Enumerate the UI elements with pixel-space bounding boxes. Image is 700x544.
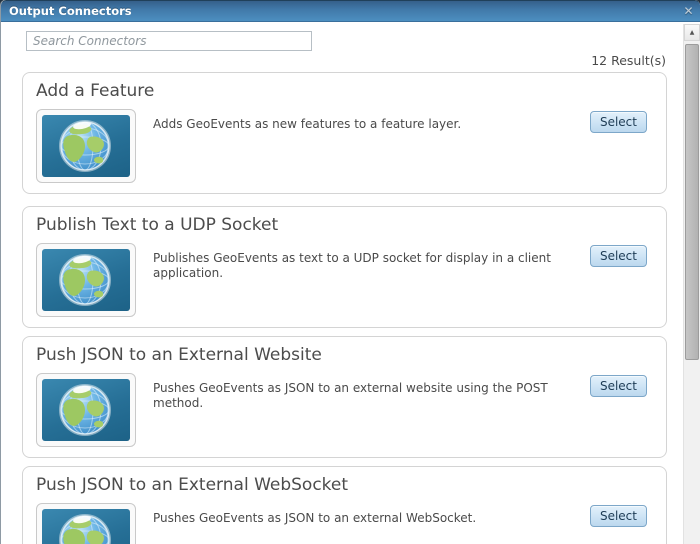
scroll-up-icon: ▲ xyxy=(689,29,695,36)
connector-card: Push JSON to an External WebSocket Pushe… xyxy=(22,466,667,544)
connector-description: Pushes GeoEvents as JSON to an external … xyxy=(153,511,477,525)
connector-thumbnail xyxy=(36,109,136,183)
globe-icon xyxy=(42,379,130,441)
globe-icon xyxy=(42,249,130,311)
connector-thumbnail xyxy=(36,503,136,544)
dialog-title: Output Connectors xyxy=(9,4,132,18)
scrollbar-thumb[interactable] xyxy=(685,44,699,360)
connector-card: Push JSON to an External Website Pushes … xyxy=(22,336,667,458)
connector-description: Publishes GeoEvents as text to a UDP soc… xyxy=(153,251,551,280)
select-button[interactable]: Select xyxy=(589,111,647,133)
search-input[interactable] xyxy=(26,31,312,51)
connector-title: Push JSON to an External Website xyxy=(36,345,322,365)
connector-title: Add a Feature xyxy=(36,81,155,101)
connector-description: Adds GeoEvents as new features to a feat… xyxy=(153,117,462,131)
select-button[interactable]: Select xyxy=(589,505,647,527)
scroll-up-button[interactable]: ▲ xyxy=(684,24,700,41)
connector-title: Publish Text to a UDP Socket xyxy=(36,215,279,235)
connector-thumbnail xyxy=(36,373,136,447)
connector-card: Publish Text to a UDP Socket Publishes G… xyxy=(22,206,667,328)
close-icon[interactable]: ✕ xyxy=(681,4,696,19)
select-button[interactable]: Select xyxy=(589,245,647,267)
globe-icon xyxy=(42,115,130,177)
connector-description: Pushes GeoEvents as JSON to an external … xyxy=(153,381,548,410)
globe-icon xyxy=(42,509,130,544)
output-connectors-dialog: Output Connectors ✕ 12 Result(s) Add a F… xyxy=(0,0,700,544)
connector-thumbnail xyxy=(36,243,136,317)
results-count: 12 Result(s) xyxy=(591,53,666,68)
connector-card: Add a Feature Adds GeoEvents as new feat… xyxy=(22,72,667,194)
scrollbar[interactable]: ▲ xyxy=(683,24,700,544)
connector-title: Push JSON to an External WebSocket xyxy=(36,475,349,495)
select-button[interactable]: Select xyxy=(589,375,647,397)
dialog-titlebar[interactable]: Output Connectors ✕ xyxy=(1,0,700,22)
